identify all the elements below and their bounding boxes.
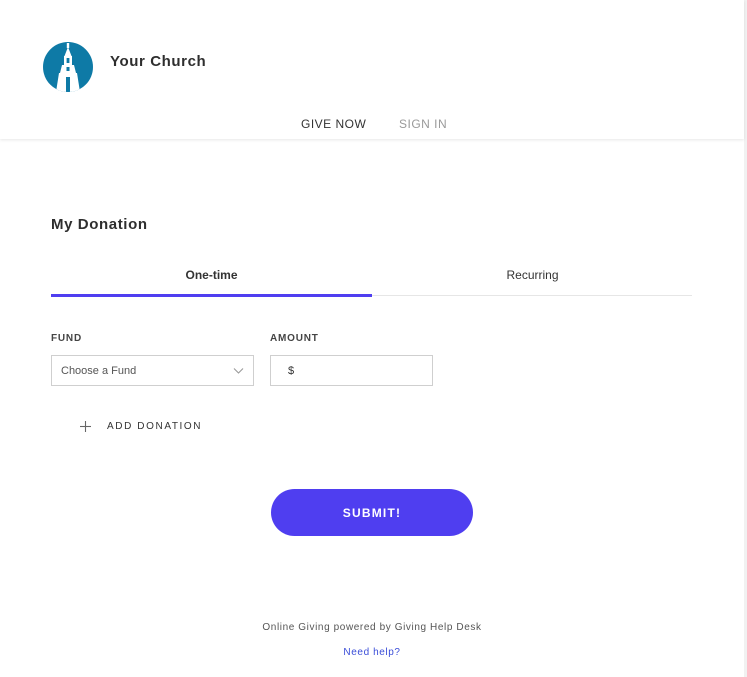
fund-select-value: Choose a Fund xyxy=(61,365,137,377)
church-name: Your Church xyxy=(110,53,207,70)
page-title: My Donation xyxy=(51,216,148,233)
powered-by-text: Online Giving powered by Giving Help Des… xyxy=(262,622,482,633)
church-logo-graphic xyxy=(56,43,80,92)
site-header: Your Church GIVE NOW SIGN IN xyxy=(0,0,744,139)
submit-button[interactable]: SUBMIT! xyxy=(271,489,473,536)
nav-give-now[interactable]: GIVE NOW xyxy=(301,117,366,131)
currency-symbol: $ xyxy=(288,365,295,377)
main-nav: GIVE NOW SIGN IN xyxy=(0,117,744,133)
plus-icon xyxy=(80,421,91,432)
tab-one-time[interactable]: One-time xyxy=(51,262,372,297)
add-donation-label: ADD DONATION xyxy=(107,421,203,432)
amount-label: AMOUNT xyxy=(270,333,319,344)
fund-select[interactable]: Choose a Fund xyxy=(51,355,254,386)
chevron-down-icon xyxy=(233,368,244,374)
amount-input[interactable] xyxy=(299,356,429,385)
need-help-link[interactable]: Need help? xyxy=(343,647,400,658)
tab-recurring[interactable]: Recurring xyxy=(372,262,693,295)
donation-type-tabs: One-time Recurring xyxy=(51,262,693,297)
amount-field[interactable]: $ xyxy=(270,355,433,386)
nav-sign-in[interactable]: SIGN IN xyxy=(399,117,447,131)
church-steeple-icon[interactable] xyxy=(43,42,93,92)
fund-label: FUND xyxy=(51,333,82,344)
help-container: Need help? xyxy=(0,647,744,658)
